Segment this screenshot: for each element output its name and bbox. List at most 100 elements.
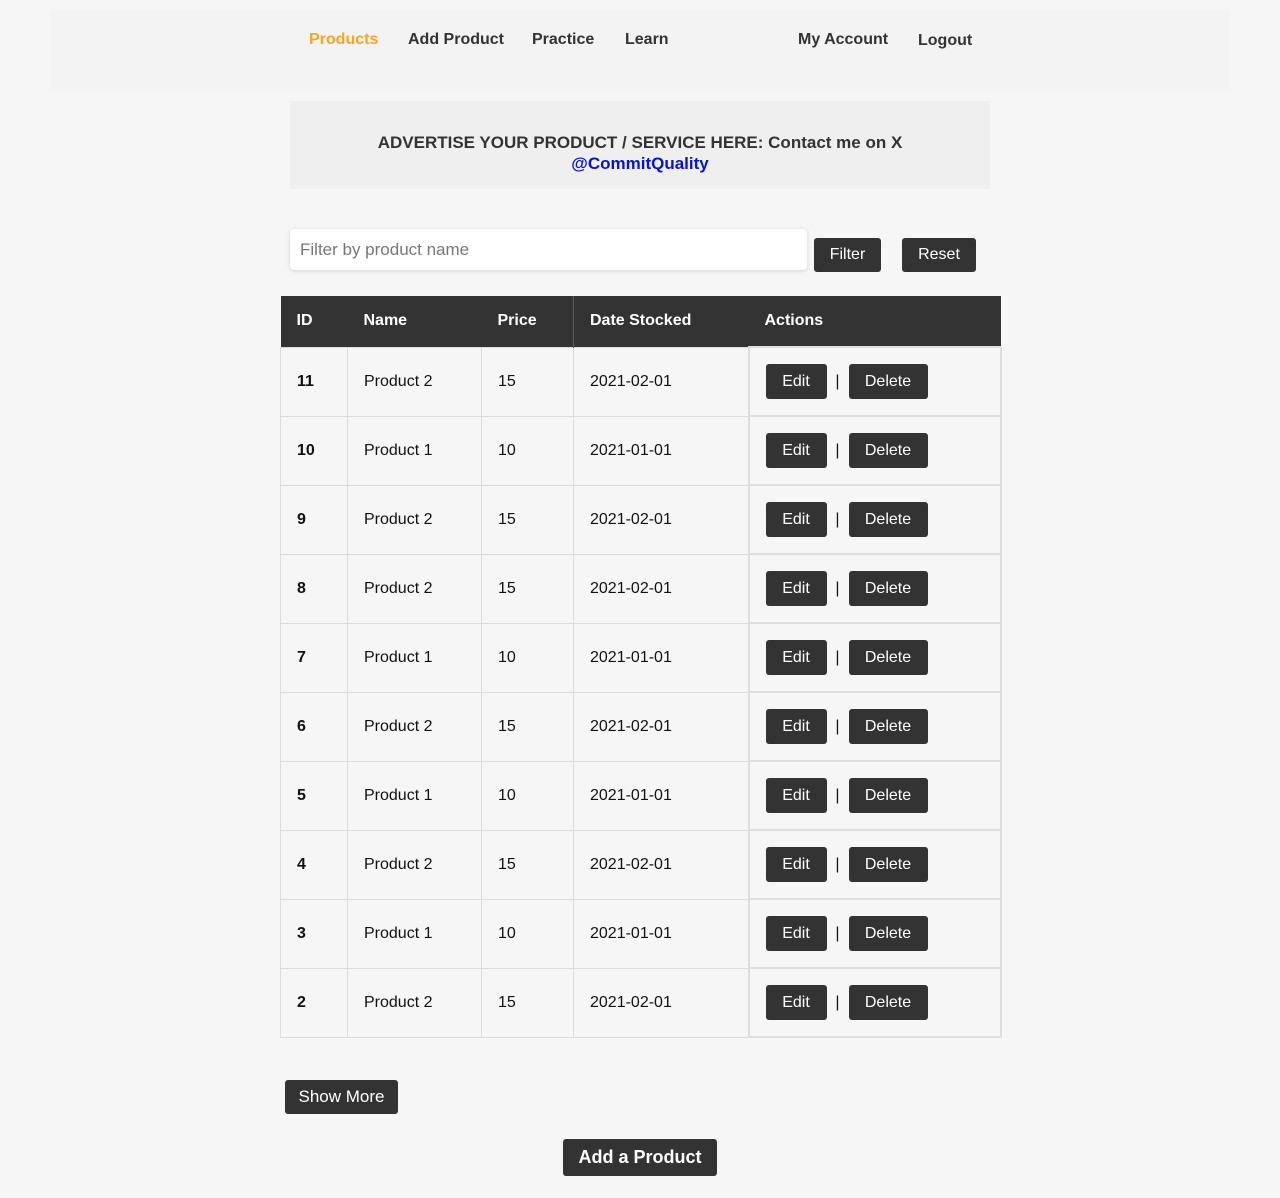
cell-id: 11 xyxy=(280,346,348,417)
cell-id: 9 xyxy=(280,484,348,555)
filter-button[interactable]: Filter xyxy=(814,238,881,272)
cell-name: Product 1 xyxy=(347,415,482,486)
cell-name: Product 1 xyxy=(347,898,482,969)
cell-price: 15 xyxy=(481,484,574,555)
products-table: ID Name Price Date Stocked Actions 11 Pro… xyxy=(280,296,1002,1038)
edit-button[interactable]: Edit xyxy=(765,571,827,606)
action-separator: | xyxy=(835,855,840,873)
cell-actions: Edit | Delete xyxy=(747,346,1002,417)
table-row: 9 Product 2 15 2021-02-01 Edit | Delete xyxy=(280,484,1002,555)
cell-price: 15 xyxy=(481,346,574,417)
cell-name: Product 2 xyxy=(347,553,482,624)
table-row: 8 Product 2 15 2021-02-01 Edit | Delete xyxy=(280,553,1002,624)
edit-button[interactable]: Edit xyxy=(765,502,827,537)
add-a-product-button[interactable]: Add a Product xyxy=(563,1139,717,1176)
cell-name: Product 2 xyxy=(347,829,482,900)
table-row: 11 Product 2 15 2021-02-01 Edit | Delete xyxy=(280,346,1002,417)
cell-name: Product 2 xyxy=(347,967,482,1038)
cell-date-stocked: 2021-01-01 xyxy=(573,622,749,693)
delete-button[interactable]: Delete xyxy=(848,502,928,537)
nav-add-product[interactable]: Add Product xyxy=(408,31,504,49)
cell-date-stocked: 2021-02-01 xyxy=(573,691,749,762)
cell-date-stocked: 2021-02-01 xyxy=(573,553,749,624)
cell-name: Product 1 xyxy=(347,760,482,831)
cell-price: 15 xyxy=(481,553,574,624)
nav-learn[interactable]: Learn xyxy=(625,31,669,49)
nav-logout[interactable]: Logout xyxy=(918,32,972,50)
cell-name: Product 1 xyxy=(347,622,482,693)
header-price: Price xyxy=(481,296,574,347)
cell-price: 10 xyxy=(481,622,574,693)
table-row: 2 Product 2 15 2021-02-01 Edit | Delete xyxy=(280,967,1002,1038)
cell-id: 3 xyxy=(280,898,348,969)
header-id: ID xyxy=(280,296,348,347)
cell-id: 6 xyxy=(280,691,348,762)
cell-actions: Edit | Delete xyxy=(747,967,1002,1038)
cell-price: 15 xyxy=(481,691,574,762)
nav-products[interactable]: Products xyxy=(309,31,378,49)
edit-button[interactable]: Edit xyxy=(765,778,827,813)
advertisement-banner: ADVERTISE YOUR PRODUCT / SERVICE HERE: C… xyxy=(290,101,990,189)
delete-button[interactable]: Delete xyxy=(848,571,928,606)
nav-practice[interactable]: Practice xyxy=(532,31,594,49)
cell-name: Product 2 xyxy=(347,484,482,555)
cell-id: 8 xyxy=(280,553,348,624)
delete-button[interactable]: Delete xyxy=(848,916,928,951)
cell-date-stocked: 2021-02-01 xyxy=(573,346,749,417)
cell-id: 5 xyxy=(280,760,348,831)
table-row: 3 Product 1 10 2021-01-01 Edit | Delete xyxy=(280,898,1002,969)
edit-button[interactable]: Edit xyxy=(765,640,827,675)
cell-actions: Edit | Delete xyxy=(747,622,1002,693)
cell-date-stocked: 2021-02-01 xyxy=(573,484,749,555)
delete-button[interactable]: Delete xyxy=(848,364,928,399)
advertisement-handle-link[interactable]: @CommitQuality xyxy=(290,153,990,174)
header-name: Name xyxy=(347,296,482,347)
delete-button[interactable]: Delete xyxy=(848,778,928,813)
table-row: 6 Product 2 15 2021-02-01 Edit | Delete xyxy=(280,691,1002,762)
header-date-stocked: Date Stocked xyxy=(573,296,749,347)
action-separator: | xyxy=(835,993,840,1011)
delete-button[interactable]: Delete xyxy=(848,847,928,882)
header-actions: Actions xyxy=(748,296,1001,347)
delete-button[interactable]: Delete xyxy=(848,640,928,675)
cell-id: 2 xyxy=(280,967,348,1038)
delete-button[interactable]: Delete xyxy=(848,433,928,468)
cell-name: Product 2 xyxy=(347,346,482,417)
cell-name: Product 2 xyxy=(347,691,482,762)
action-separator: | xyxy=(835,441,840,459)
nav-my-account[interactable]: My Account xyxy=(798,31,888,49)
cell-date-stocked: 2021-01-01 xyxy=(573,898,749,969)
cell-actions: Edit | Delete xyxy=(747,484,1002,555)
cell-actions: Edit | Delete xyxy=(747,691,1002,762)
edit-button[interactable]: Edit xyxy=(765,847,827,882)
table-row: 5 Product 1 10 2021-01-01 Edit | Delete xyxy=(280,760,1002,831)
top-navbar: Products Add Product Practice Learn My A… xyxy=(50,10,1230,90)
edit-button[interactable]: Edit xyxy=(765,364,827,399)
cell-actions: Edit | Delete xyxy=(747,898,1002,969)
cell-id: 4 xyxy=(280,829,348,900)
action-separator: | xyxy=(835,717,840,735)
cell-price: 10 xyxy=(481,415,574,486)
table-row: 10 Product 1 10 2021-01-01 Edit | Delete xyxy=(280,415,1002,486)
reset-button[interactable]: Reset xyxy=(902,238,976,272)
cell-actions: Edit | Delete xyxy=(747,829,1002,900)
cell-price: 10 xyxy=(481,760,574,831)
cell-id: 7 xyxy=(280,622,348,693)
action-separator: | xyxy=(835,786,840,804)
edit-button[interactable]: Edit xyxy=(765,433,827,468)
edit-button[interactable]: Edit xyxy=(765,985,827,1020)
cell-date-stocked: 2021-02-01 xyxy=(573,967,749,1038)
action-separator: | xyxy=(835,510,840,528)
action-separator: | xyxy=(835,924,840,942)
cell-actions: Edit | Delete xyxy=(747,760,1002,831)
product-name-filter-input[interactable] xyxy=(290,229,807,270)
cell-price: 15 xyxy=(481,829,574,900)
cell-actions: Edit | Delete xyxy=(747,553,1002,624)
delete-button[interactable]: Delete xyxy=(848,985,928,1020)
show-more-button[interactable]: Show More xyxy=(285,1080,398,1114)
delete-button[interactable]: Delete xyxy=(848,709,928,744)
edit-button[interactable]: Edit xyxy=(765,916,827,951)
cell-date-stocked: 2021-02-01 xyxy=(573,829,749,900)
edit-button[interactable]: Edit xyxy=(765,709,827,744)
action-separator: | xyxy=(835,648,840,666)
